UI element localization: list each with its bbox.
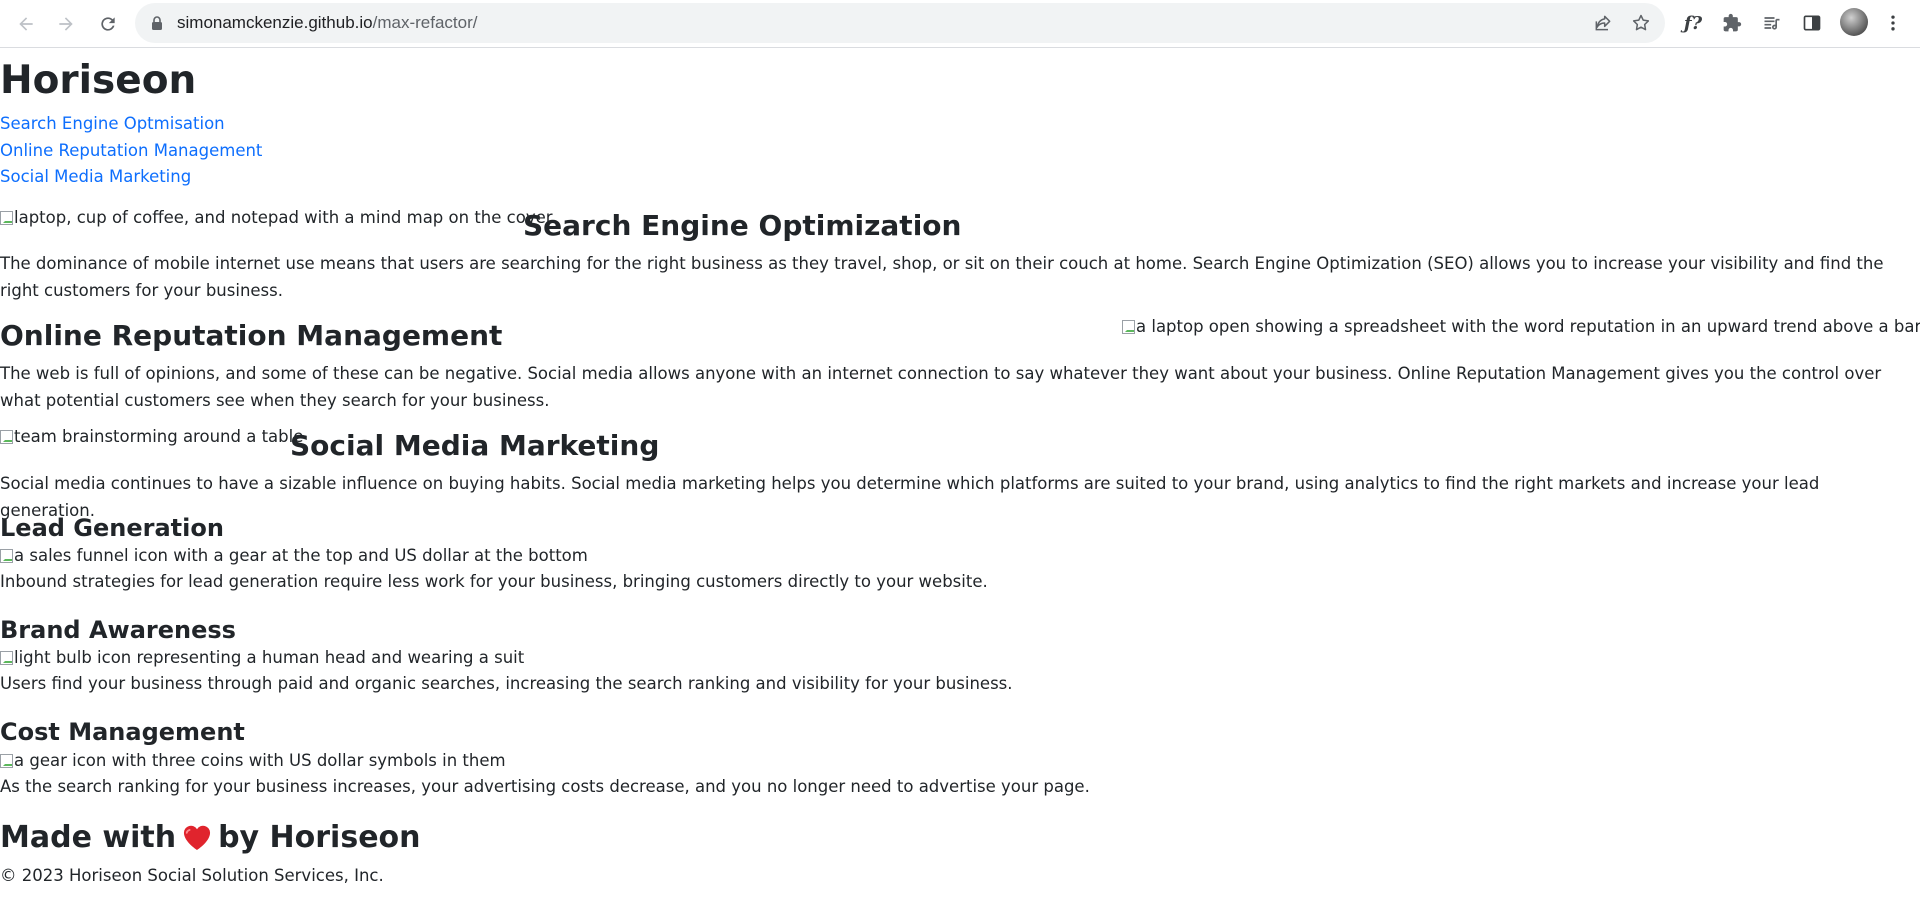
arrow-right-icon [59,17,73,31]
site-title: Horiseon [0,58,197,103]
broken-image-icon [0,430,13,444]
seo-image-alt: laptop, cup of coffee, and notepad with … [14,208,553,227]
lead-image-alt: a sales funnel icon with a gear at the t… [14,546,588,565]
puzzle-icon [1723,13,1742,32]
url-path: /max-refactor/ [372,13,478,32]
smm-image-alt: team brainstorming around a table [14,427,304,446]
url-text[interactable]: simonamckenzie.github.io/max-refactor/ [177,13,477,33]
media-queue-button[interactable] [1759,10,1785,36]
orm-image: a laptop open showing a spreadsheet with… [1122,317,1920,337]
smm-heading: Social Media Marketing [290,429,660,462]
reload-button[interactable] [94,10,122,38]
browser-toolbar: simonamckenzie.github.io/max-refactor/ ƒ… [0,0,1920,48]
forward-button[interactable] [52,10,80,38]
smm-image: team brainstorming around a table [0,427,303,447]
heart-icon [183,825,211,851]
footer-by: by Horiseon [218,820,421,855]
nav-link-orm[interactable]: Online Reputation Management [0,138,262,165]
reload-icon [101,17,115,31]
broken-image-icon [1122,320,1135,334]
nav-link-smm[interactable]: Social Media Marketing [0,164,262,191]
lock-icon [152,16,162,30]
orm-text: The web is full of opinions, and some of… [0,364,1882,410]
address-bar[interactable]: simonamckenzie.github.io/max-refactor/ [135,3,1665,43]
side-panel-button[interactable] [1799,10,1825,36]
smm-text: Social media continues to have a sizable… [0,474,1820,520]
orm-heading: Online Reputation Management [0,319,503,352]
profile-avatar[interactable] [1840,8,1868,36]
back-button[interactable] [12,10,40,38]
orm-image-alt: a laptop open showing a spreadsheet with… [1136,317,1920,336]
url-host: simonamckenzie.github.io [177,13,373,32]
star-icon[interactable] [1631,13,1651,33]
side-panel-icon [1803,15,1821,31]
broken-image-icon [0,754,13,768]
share-icon[interactable] [1593,13,1613,33]
nav-link-seo[interactable]: Search Engine Optmisation [0,111,262,138]
brand-text: Users find your business through paid an… [0,674,1013,693]
footer-title: Made with by Horiseon [0,820,421,856]
extensions-button[interactable] [1719,10,1745,36]
cost-image-alt: a gear icon with three coins with US dol… [14,751,506,770]
arrow-left-icon [19,17,33,31]
brand-image: light bulb icon representing a human hea… [0,648,524,668]
kebab-menu-icon [1891,15,1895,31]
fx-icon[interactable]: ƒ? [1680,10,1706,36]
site-nav: Search Engine Optmisation Online Reputat… [0,111,262,191]
cost-heading: Cost Management [0,718,245,746]
lead-text: Inbound strategies for lead generation r… [0,572,988,591]
brand-image-alt: light bulb icon representing a human hea… [14,648,525,667]
media-queue-icon [1764,17,1780,30]
footer-made-with: Made with [0,820,177,855]
broken-image-icon [0,651,13,665]
cost-text: As the search ranking for your business … [0,777,1090,796]
lead-image: a sales funnel icon with a gear at the t… [0,546,588,566]
seo-heading: Search Engine Optimization [523,209,962,242]
cost-image: a gear icon with three coins with US dol… [0,751,506,771]
seo-image: laptop, cup of coffee, and notepad with … [0,208,553,228]
brand-heading: Brand Awareness [0,616,236,644]
broken-image-icon [0,211,13,225]
seo-text: The dominance of mobile internet use mea… [0,254,1884,300]
broken-image-icon [0,549,13,563]
lead-heading: Lead Generation [0,514,224,542]
footer-copyright: © 2023 Horiseon Social Solution Services… [0,866,384,885]
browser-menu-button[interactable] [1880,10,1906,36]
